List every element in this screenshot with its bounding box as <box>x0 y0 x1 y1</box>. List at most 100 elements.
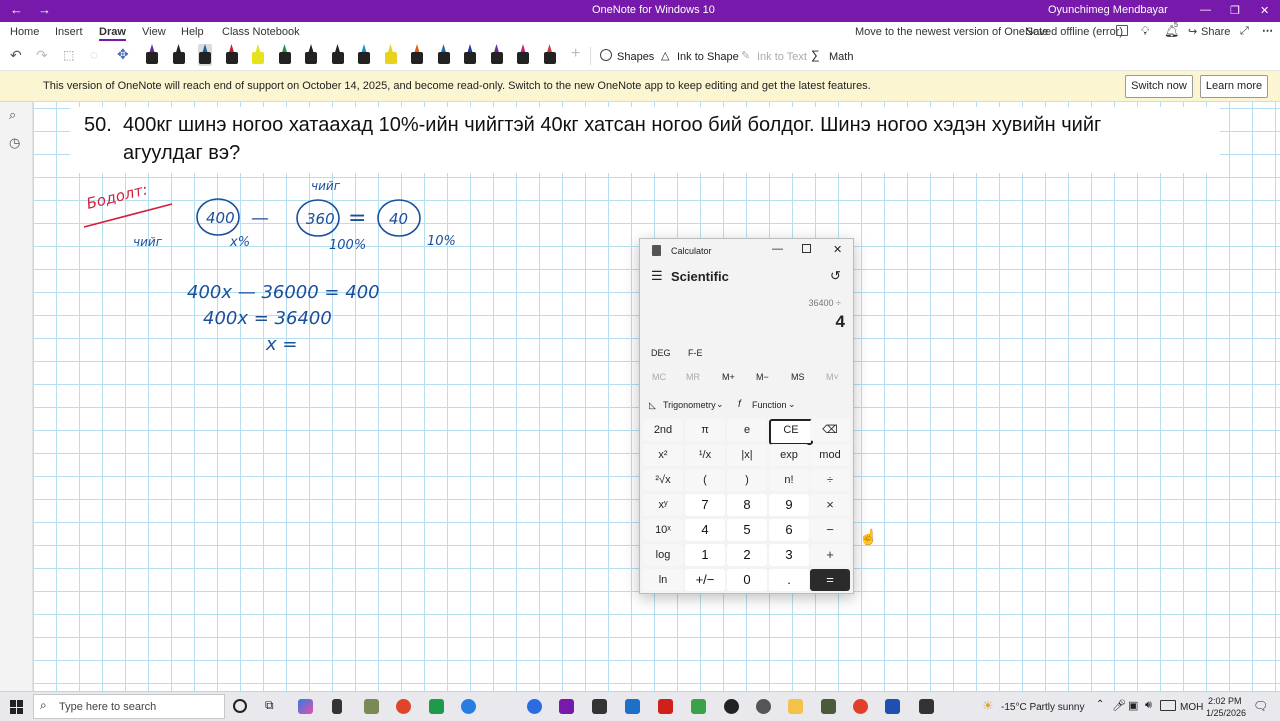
more-options-icon[interactable]: ⋯ <box>1262 24 1273 37</box>
history-icon[interactable]: ↺ <box>830 268 841 284</box>
trigonometry-dropdown[interactable]: Trigonometry <box>663 400 716 410</box>
divide-button[interactable]: ÷ <box>810 469 850 491</box>
minimize-button[interactable]: — <box>1200 4 1211 16</box>
app-icon-1[interactable] <box>364 699 379 714</box>
backspace-button[interactable]: ⌫ <box>810 419 850 441</box>
math-button[interactable]: Math <box>829 51 853 63</box>
task-view-icon[interactable]: ⧉ <box>265 698 274 713</box>
minus-button[interactable]: − <box>810 519 850 541</box>
keyboard-icon[interactable] <box>1160 700 1176 711</box>
ms-button[interactable]: MS <box>791 372 805 382</box>
network-icon[interactable]: ▣ <box>1128 699 1138 712</box>
file-explorer-icon[interactable] <box>788 699 803 714</box>
app-icon-7[interactable] <box>821 699 836 714</box>
ink-to-shape-button[interactable]: Ink to Shape <box>677 51 739 63</box>
edge-icon[interactable] <box>461 699 476 714</box>
digit-0-button[interactable]: 0 <box>727 569 767 591</box>
cortana-icon[interactable] <box>233 699 247 713</box>
tray-chevron-up-icon[interactable]: ⌃ <box>1096 699 1104 710</box>
chrome-icon[interactable] <box>853 699 868 714</box>
app-icon-6[interactable] <box>724 699 739 714</box>
calculator-taskbar-icon[interactable] <box>332 699 342 714</box>
memory-list-button[interactable]: M˅ <box>826 372 839 382</box>
deg-toggle[interactable]: DEG <box>651 348 671 358</box>
microphone-icon[interactable]: 🎤︎ <box>1112 699 1126 712</box>
second-function-button[interactable]: 2nd <box>643 419 683 441</box>
copilot-icon[interactable] <box>298 699 313 714</box>
digit-8-button[interactable]: 8 <box>727 494 767 516</box>
function-dropdown[interactable]: Function <box>752 400 787 410</box>
decimal-button[interactable]: . <box>769 569 809 591</box>
close-button[interactable]: ✕ <box>1260 4 1269 17</box>
m-minus-button[interactable]: M− <box>756 372 769 382</box>
share-button[interactable]: Share <box>1201 26 1230 38</box>
square-root-button[interactable]: ²√x <box>643 469 683 491</box>
notification-center-icon[interactable]: 🗨︎ <box>1253 699 1268 713</box>
move-newest-link[interactable]: Move to the newest version of OneNote <box>855 26 1048 38</box>
language-indicator[interactable]: МОН <box>1180 702 1203 713</box>
digit-5-button[interactable]: 5 <box>727 519 767 541</box>
plus-button[interactable]: + <box>810 544 850 566</box>
outlook-icon[interactable] <box>625 699 640 714</box>
reciprocal-button[interactable]: ¹/x <box>685 444 725 466</box>
factorial-button[interactable]: n! <box>769 469 809 491</box>
square-button[interactable]: x² <box>643 444 683 466</box>
calculator-running-icon[interactable] <box>919 699 934 714</box>
digit-4-button[interactable]: 4 <box>685 519 725 541</box>
fe-toggle[interactable]: F-E <box>688 348 703 358</box>
calc-close-button[interactable]: ✕ <box>833 243 842 256</box>
word-icon[interactable] <box>885 699 900 714</box>
hamburger-menu-icon[interactable]: ☰ <box>651 268 663 284</box>
calc-minimize-button[interactable]: — <box>772 243 783 255</box>
notebook-icon[interactable] <box>1116 25 1128 36</box>
digit-3-button[interactable]: 3 <box>769 544 809 566</box>
mod-button[interactable]: mod <box>810 444 850 466</box>
ten-power-button[interactable]: 10ˣ <box>643 519 683 541</box>
digit-1-button[interactable]: 1 <box>685 544 725 566</box>
calc-maximize-button[interactable] <box>802 244 811 253</box>
power-button[interactable]: xʸ <box>643 494 683 516</box>
volume-icon[interactable]: 🔊︎ <box>1145 699 1152 712</box>
multiply-button[interactable]: × <box>810 494 850 516</box>
learn-more-button[interactable]: Learn more <box>1200 75 1268 98</box>
app-icon-4[interactable] <box>592 699 607 714</box>
maximize-button[interactable]: ❐ <box>1230 4 1240 17</box>
expand-icon[interactable]: ⤢ <box>1240 25 1249 38</box>
digit-9-button[interactable]: 9 <box>769 494 809 516</box>
hand-cursor-icon: ☝ <box>859 529 878 546</box>
clock-time[interactable]: 2:02 PM <box>1208 696 1242 706</box>
exp-button[interactable]: exp <box>769 444 809 466</box>
saved-status[interactable]: Saved offline (error) <box>1026 26 1123 38</box>
zoom-icon[interactable] <box>527 699 542 714</box>
negate-button[interactable]: +/− <box>685 569 725 591</box>
equals-button[interactable]: = <box>810 569 850 591</box>
switch-now-button[interactable]: Switch now <box>1125 75 1193 98</box>
digit-7-button[interactable]: 7 <box>685 494 725 516</box>
onenote-icon[interactable] <box>559 699 574 714</box>
weather-text[interactable]: -15°C Partly sunny <box>1001 702 1084 713</box>
open-paren-button[interactable]: ( <box>685 469 725 491</box>
log-button[interactable]: log <box>643 544 683 566</box>
mc-button[interactable]: MC <box>652 372 666 382</box>
close-paren-button[interactable]: ) <box>727 469 767 491</box>
taskbar-search-box[interactable]: ⌕ Type here to search <box>33 694 225 719</box>
pdf-icon[interactable] <box>658 699 673 714</box>
digit-2-button[interactable]: 2 <box>727 544 767 566</box>
pi-button[interactable]: π <box>685 419 725 441</box>
absolute-button[interactable]: |x| <box>727 444 767 466</box>
ce-button[interactable]: CE <box>769 419 813 445</box>
euler-button[interactable]: e <box>727 419 767 441</box>
mr-button[interactable]: MR <box>686 372 700 382</box>
digit-6-button[interactable]: 6 <box>769 519 809 541</box>
m-plus-button[interactable]: M+ <box>722 372 735 382</box>
app-icon-2[interactable] <box>396 699 411 714</box>
app-icon-3[interactable] <box>429 699 444 714</box>
lightbulb-icon[interactable]: 💡︎ <box>1141 24 1149 39</box>
app-icon-5[interactable] <box>691 699 706 714</box>
settings-icon[interactable] <box>756 699 771 714</box>
ln-button[interactable]: ln <box>643 569 683 591</box>
user-name[interactable]: Oyunchimeg Mendbayar <box>1048 4 1168 16</box>
windows-start-icon[interactable] <box>10 700 24 714</box>
clock-date[interactable]: 1/25/2026 <box>1206 708 1246 718</box>
ink-to-text-button[interactable]: Ink to Text <box>757 51 807 63</box>
